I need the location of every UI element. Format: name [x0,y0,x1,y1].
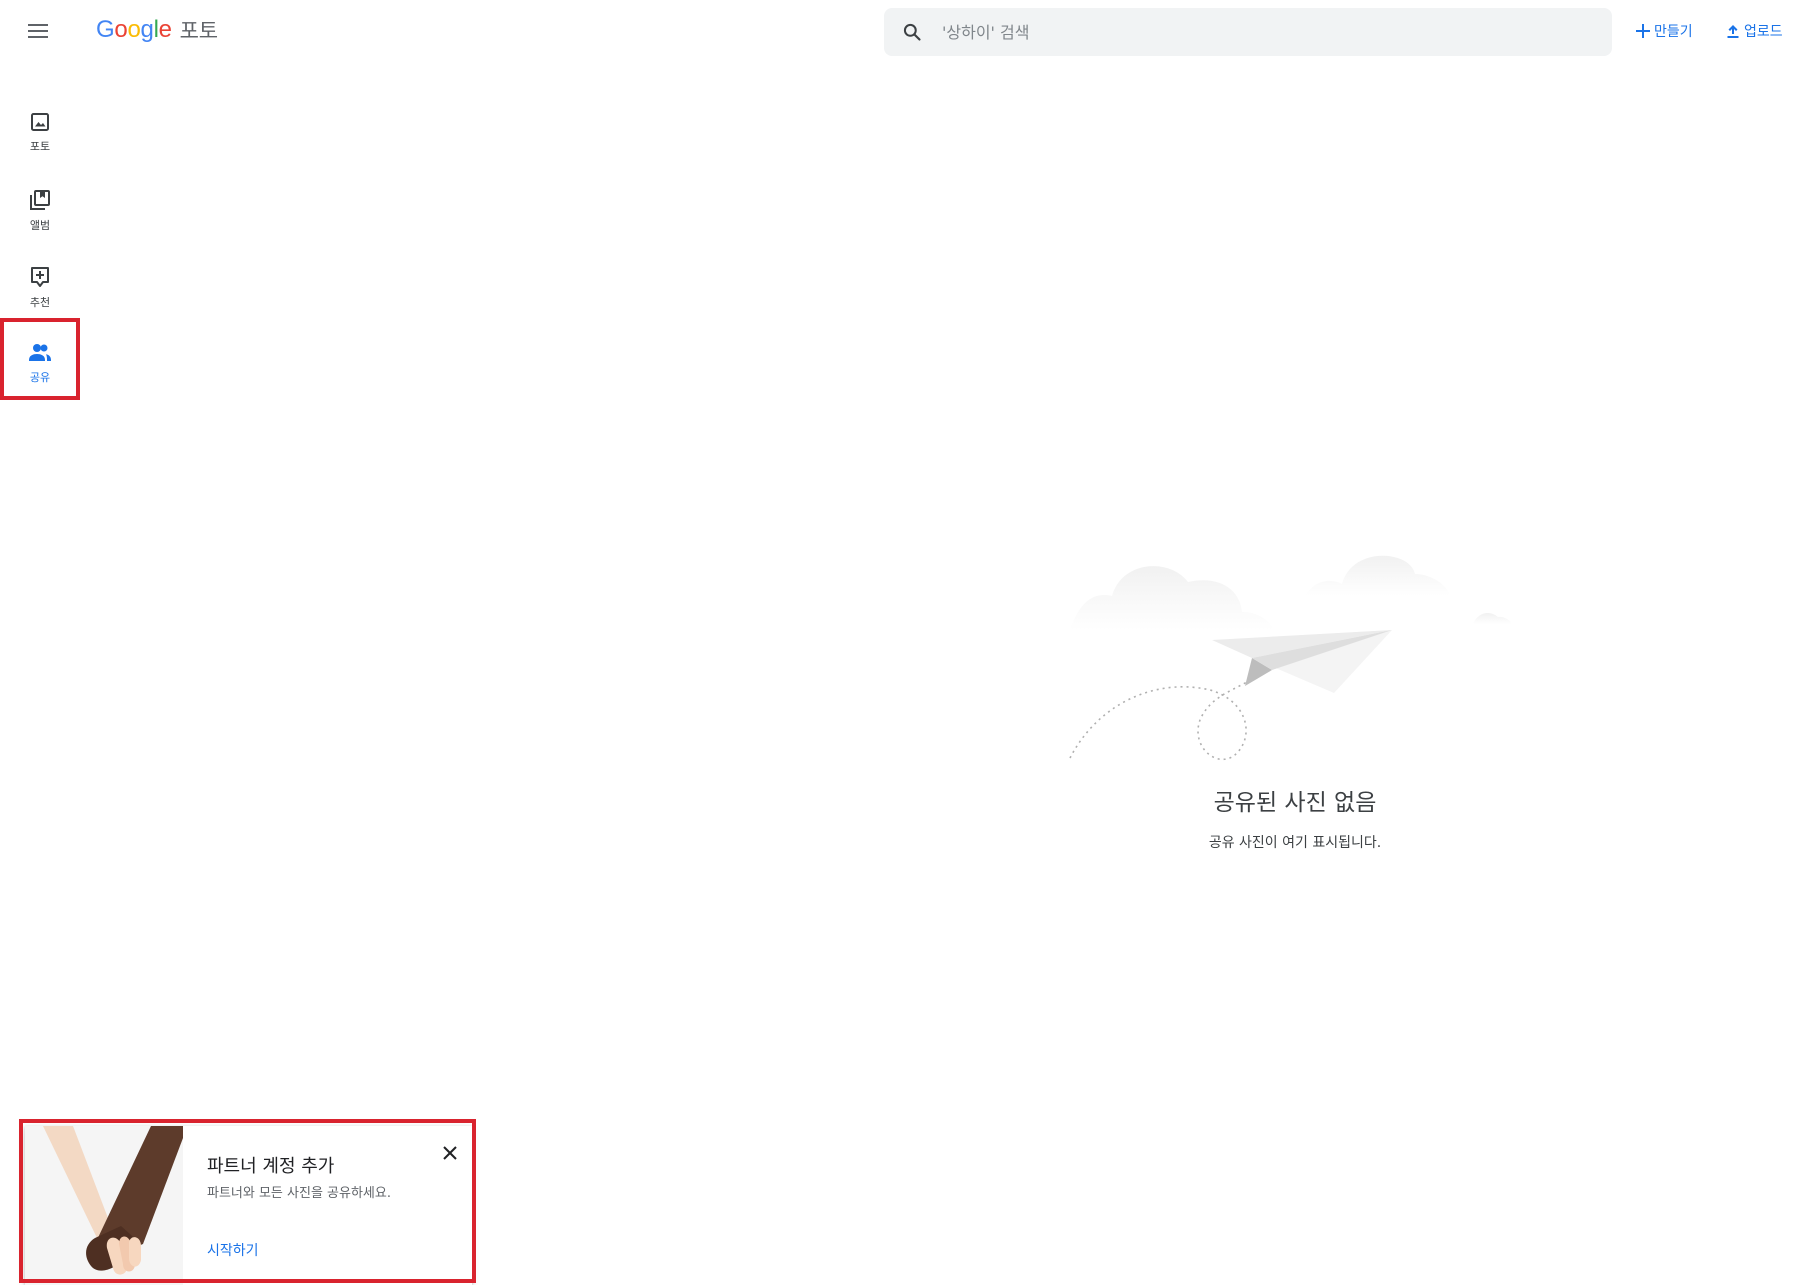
close-icon [443,1146,457,1160]
album-icon [30,190,50,210]
empty-state-title: 공유된 사진 없음 [1213,790,1377,816]
paper-plane-clouds-illustration [1069,555,1512,760]
main-menu-button[interactable] [22,17,54,45]
search-input[interactable] [940,12,1580,52]
get-started-link[interactable]: 시작하기 [207,1240,259,1260]
holding-hands-illustration [25,1126,183,1285]
search-icon[interactable] [884,8,940,56]
hamburger-menu-icon [28,24,48,38]
sidebar-item-suggestions[interactable]: 추천 [0,248,80,324]
plus-icon [1636,24,1650,38]
partner-account-card: 파트너 계정 추가 파트너와 모든 사진을 공유하세요. 시작하기 [25,1126,472,1285]
logo-letter: g [140,16,154,43]
search-bar[interactable] [884,8,1612,56]
upload-icon [1727,25,1739,38]
sidebar-item-albums[interactable]: 앨범 [0,171,80,247]
logo-letter: G [96,16,115,43]
sidebar-item-label: 추천 [29,296,51,309]
logo-letter: e [158,16,172,43]
sidebar-item-label: 앨범 [29,219,51,232]
empty-state-subtitle: 공유 사진이 여기 표시됩니다. [1208,835,1382,851]
product-name: 포토 [179,19,218,43]
sidebar-item-label: 포토 [29,140,51,153]
partner-card-title: 파트너 계정 추가 [207,1156,335,1177]
partner-card-description: 파트너와 모든 사진을 공유하세요. [207,1186,391,1201]
logo-letter: o [114,16,128,43]
google-photos-logo[interactable]: Google 포토 [96,14,218,46]
sidebar-item-label: 공유 [29,371,51,384]
create-button-label: 만들기 [1654,24,1693,40]
photo-icon [31,113,49,131]
sidebar-item-sharing[interactable]: 공유 [0,325,80,401]
upload-button[interactable]: 업로드 [1726,20,1783,42]
create-button[interactable]: 만들기 [1636,20,1693,42]
top-bar: Google 포토 만들기 업로드 [0,0,1810,62]
people-icon [29,344,51,361]
suggestion-icon [31,267,49,287]
logo-letter: o [127,16,141,43]
sidebar-item-photos[interactable]: 포토 [0,94,80,170]
close-button[interactable] [438,1141,462,1165]
upload-button-label: 업로드 [1744,24,1783,40]
